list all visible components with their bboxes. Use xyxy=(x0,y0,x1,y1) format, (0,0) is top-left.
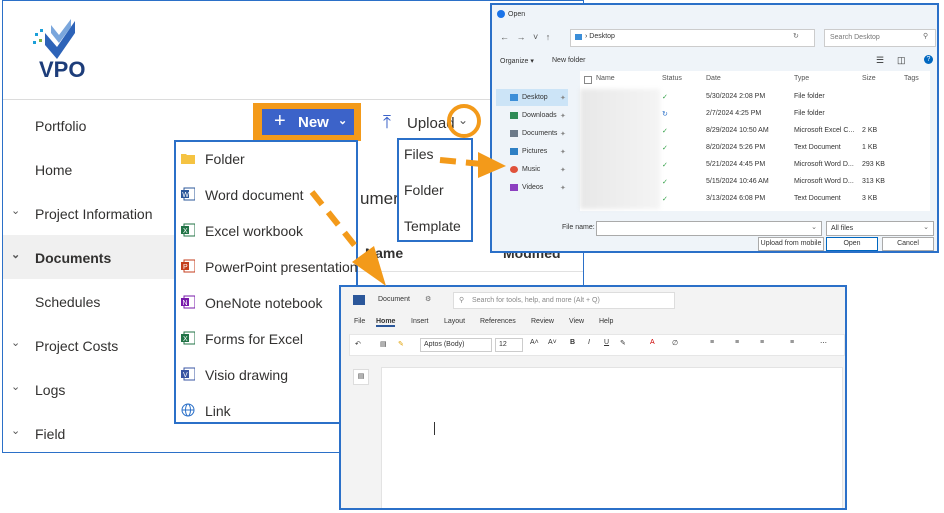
arrow-files-to-dialog xyxy=(439,152,506,178)
annotation-arrows xyxy=(309,152,506,286)
arrow-word-to-window xyxy=(309,190,386,286)
